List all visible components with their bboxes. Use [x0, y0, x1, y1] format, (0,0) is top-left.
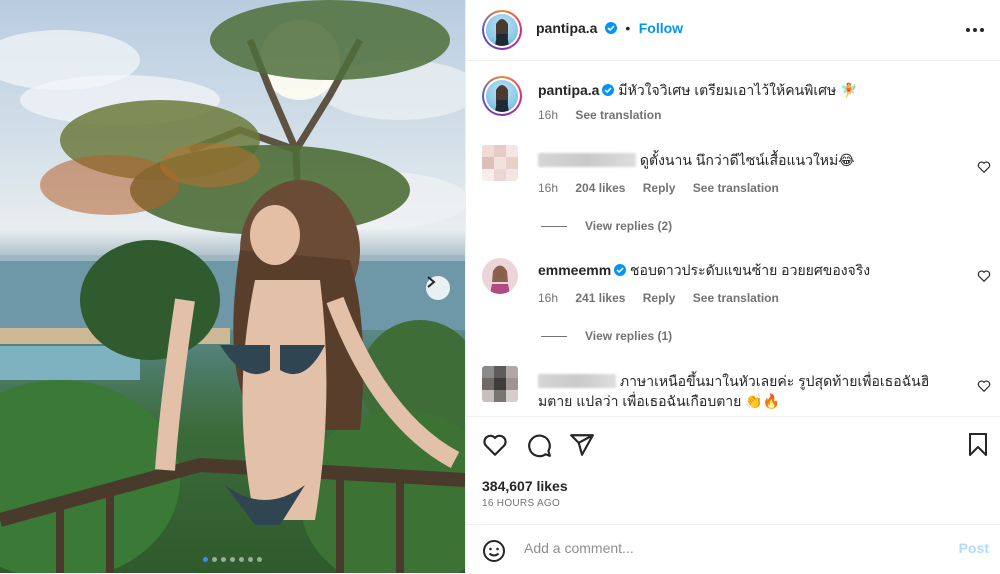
- hidden-username[interactable]: [538, 374, 616, 388]
- view-replies-label: View replies (1): [585, 329, 673, 343]
- carousel-dot: [221, 557, 226, 562]
- post-header: pantipa.a • Follow: [466, 0, 1000, 61]
- more-options-icon[interactable]: [963, 22, 987, 38]
- carousel-indicator: [0, 557, 465, 562]
- comment-1-reply[interactable]: Reply: [643, 181, 676, 195]
- next-slide-button[interactable]: [426, 276, 450, 300]
- comment-2-avatar[interactable]: [482, 258, 518, 294]
- carousel-dot: [203, 557, 208, 562]
- laughing-emoji: 😂: [838, 152, 855, 168]
- caption-meta: 16h See translation: [538, 108, 675, 122]
- verified-badge-icon: [614, 264, 627, 276]
- post-photo[interactable]: [0, 0, 465, 573]
- caption-see-translation[interactable]: See translation: [575, 108, 661, 122]
- comment-1-likes[interactable]: 204 likes: [575, 181, 625, 195]
- photo-illustration: [0, 0, 465, 573]
- carousel-dot: [212, 557, 217, 562]
- caption-text: มีหัวใจวิเศษ เตรียมเอาไว้ให้คนพิเศษ: [618, 82, 837, 98]
- comment-2-time[interactable]: 16h: [538, 291, 558, 305]
- comment-3-text: ภาษาเหนือขึ้นมาในหัวเลยค่ะ รูปสุดท้ายเพื…: [619, 373, 930, 389]
- comment-composer: Post: [466, 524, 1000, 574]
- caption: pantipa.a มีหัวใจวิเศษ เตรียมเอาไว้ให้คน…: [538, 80, 961, 100]
- clap-fire-emoji: 👏🔥: [745, 393, 781, 409]
- caption-username[interactable]: pantipa.a: [538, 82, 599, 98]
- comment-3: ภาษาเหนือขึ้นมาในหัวเลยค่ะ รูปสุดท้ายเพื…: [538, 371, 961, 411]
- post-side-panel: pantipa.a • Follow pantipa.a มีหัวใจวิเศ…: [465, 0, 1000, 573]
- comment-2-likes[interactable]: 241 likes: [575, 291, 625, 305]
- post-actions: 384,607 likes 16 HOURS AGO: [466, 416, 1000, 525]
- caption-time[interactable]: 16h: [538, 108, 558, 122]
- emoji-icon[interactable]: [482, 539, 506, 563]
- comment-1-meta: 16h 204 likes Reply See translation: [538, 181, 793, 195]
- comment-3-text-line2: มตาย แปลว่า เพื่อเธอฉันเกือบตาย: [538, 393, 742, 409]
- comment-1-view-replies[interactable]: View replies (2): [541, 219, 672, 233]
- verified-badge-icon: [604, 22, 617, 34]
- comment-2-meta: 16h 241 likes Reply See translation: [538, 291, 793, 305]
- post-timestamp[interactable]: 16 HOURS AGO: [482, 498, 560, 509]
- share-icon[interactable]: [569, 432, 595, 458]
- comment-1-text: ดูตั้งนาน นึกว่าดีไซน์เสื้อแนวใหม่: [639, 152, 839, 168]
- caption-author-avatar[interactable]: [482, 76, 522, 116]
- verified-badge-icon: [602, 84, 615, 96]
- view-replies-label: View replies (2): [585, 219, 673, 233]
- comment-2-like-heart-icon[interactable]: [977, 269, 991, 283]
- comment-1: ดูตั้งนาน นึกว่าดีไซน์เสื้อแนวใหม่😂: [538, 150, 961, 170]
- comment-avatar-hidden[interactable]: [482, 366, 518, 402]
- comment-3-like-heart-icon[interactable]: [977, 379, 991, 393]
- hidden-username[interactable]: [538, 153, 636, 167]
- carousel-dot: [230, 557, 235, 562]
- comment-1-time[interactable]: 16h: [538, 181, 558, 195]
- bookmark-icon[interactable]: [966, 432, 990, 458]
- likes-count[interactable]: 384,607 likes: [482, 478, 568, 494]
- comment-2-see-translation[interactable]: See translation: [693, 291, 779, 305]
- carousel-dot: [248, 557, 253, 562]
- comment-1-like-heart-icon[interactable]: [977, 160, 991, 174]
- comment-icon[interactable]: [526, 432, 552, 458]
- comment-1-see-translation[interactable]: See translation: [693, 181, 779, 195]
- comment-avatar-hidden[interactable]: [482, 145, 518, 181]
- comment-input[interactable]: [522, 539, 926, 557]
- follow-button[interactable]: Follow: [639, 20, 683, 36]
- separator-dot: •: [625, 20, 631, 36]
- chevron-right-icon: [427, 276, 436, 288]
- comments-list: pantipa.a มีหัวใจวิเศษ เตรียมเอาไว้ให้คน…: [466, 61, 1000, 416]
- comment-2-reply[interactable]: Reply: [643, 291, 676, 305]
- carousel-dot: [257, 557, 262, 562]
- comment-2-view-replies[interactable]: View replies (1): [541, 329, 672, 343]
- author-avatar[interactable]: [482, 10, 522, 50]
- heart-icon[interactable]: [482, 432, 508, 458]
- comment-2-text: ชอบดาวประดับแขนซ้าย อวยยศของจริง: [630, 262, 871, 278]
- post-comment-button[interactable]: Post: [959, 540, 989, 556]
- comment-2: emmeemm ชอบดาวประดับแขนซ้าย อวยยศของจริง: [538, 260, 961, 280]
- carousel-dot: [239, 557, 244, 562]
- caption-emoji: 🧚: [840, 82, 858, 98]
- author-username[interactable]: pantipa.a: [536, 20, 597, 36]
- comment-2-username[interactable]: emmeemm: [538, 262, 611, 278]
